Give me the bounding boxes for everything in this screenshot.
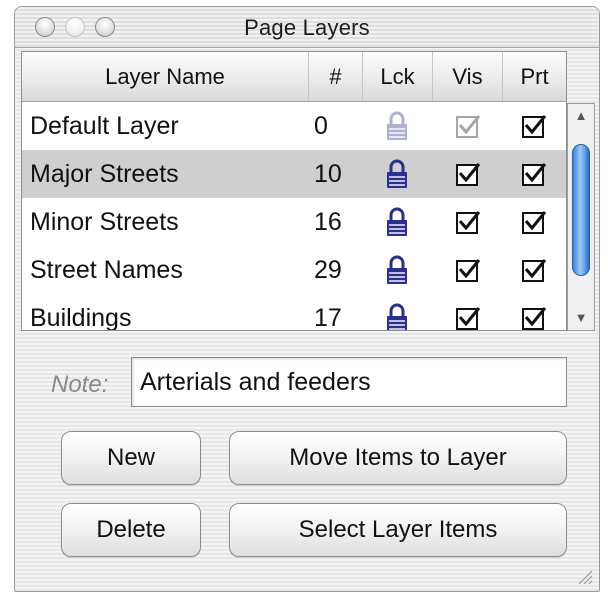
- note-label: Note:: [51, 371, 109, 398]
- column-header-print[interactable]: Prt: [502, 52, 566, 101]
- layer-number-cell: 0: [314, 112, 328, 140]
- title-bar[interactable]: Page Layers: [15, 7, 599, 48]
- layer-name-cell: Major Streets: [30, 160, 179, 188]
- print-checkbox[interactable]: [522, 259, 547, 282]
- visible-checkbox[interactable]: [456, 259, 481, 282]
- layer-number-cell: 17: [314, 304, 342, 331]
- scrollbar-thumb[interactable]: [572, 144, 590, 276]
- table-header: Layer Name # Lck Vis Prt: [22, 52, 566, 102]
- select-layer-items-button[interactable]: Select Layer Items: [229, 503, 567, 557]
- table-row[interactable]: Default Layer 0: [22, 102, 566, 150]
- visible-checkbox[interactable]: [456, 307, 481, 330]
- visible-checkbox[interactable]: [456, 211, 481, 234]
- layer-number-cell: 29: [314, 256, 342, 284]
- layer-number-cell: 16: [314, 208, 342, 236]
- layer-name-cell: Default Layer: [30, 112, 179, 140]
- print-checkbox[interactable]: [522, 307, 547, 330]
- print-checkbox[interactable]: [522, 211, 547, 234]
- padlock-icon[interactable]: [384, 110, 410, 142]
- visible-checkbox[interactable]: [456, 115, 481, 138]
- vertical-scrollbar[interactable]: ▲ ▼: [567, 103, 595, 331]
- delete-layer-button[interactable]: Delete: [61, 503, 201, 557]
- table-row[interactable]: Major Streets 10: [22, 150, 566, 198]
- print-checkbox[interactable]: [522, 115, 547, 138]
- layer-number-cell: 10: [314, 160, 342, 188]
- visible-checkbox[interactable]: [456, 163, 481, 186]
- move-items-to-layer-button[interactable]: Move Items to Layer: [229, 431, 567, 485]
- layer-name-cell: Buildings: [30, 304, 132, 331]
- new-layer-button[interactable]: New: [61, 431, 201, 485]
- column-header-visible[interactable]: Vis: [432, 52, 502, 101]
- table-row[interactable]: Street Names 29: [22, 246, 566, 294]
- padlock-icon[interactable]: [384, 158, 410, 190]
- note-input[interactable]: Arterials and feeders: [131, 357, 567, 407]
- resize-grip-icon[interactable]: [575, 567, 593, 585]
- padlock-icon[interactable]: [384, 206, 410, 238]
- table-row[interactable]: Minor Streets 16: [22, 198, 566, 246]
- column-header-layer-name[interactable]: Layer Name: [22, 52, 308, 101]
- page-layers-window: Page Layers Layer Name # Lck Vis Prt Def…: [14, 6, 600, 592]
- table-row[interactable]: Buildings 17: [22, 294, 566, 331]
- layers-table: Layer Name # Lck Vis Prt Default Layer 0 M…: [21, 51, 567, 331]
- layer-name-cell: Minor Streets: [30, 208, 179, 236]
- column-header-number[interactable]: #: [308, 52, 362, 101]
- padlock-icon[interactable]: [384, 254, 410, 286]
- column-header-lock[interactable]: Lck: [362, 52, 432, 101]
- scroll-down-arrow-icon[interactable]: ▼: [568, 306, 594, 330]
- print-checkbox[interactable]: [522, 163, 547, 186]
- layer-name-cell: Street Names: [30, 256, 183, 284]
- window-title: Page Layers: [244, 15, 370, 40]
- padlock-icon[interactable]: [384, 302, 410, 330]
- scroll-up-arrow-icon[interactable]: ▲: [568, 104, 594, 128]
